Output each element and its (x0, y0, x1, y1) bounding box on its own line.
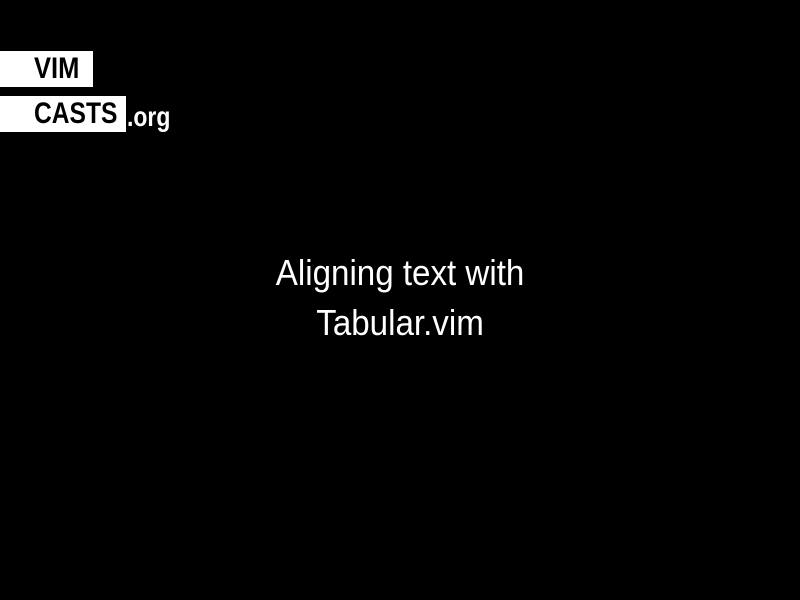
logo-vim-block: VIM (0, 51, 93, 87)
logo-vim-text: VIM (34, 52, 80, 85)
slide-title: Aligning text with Tabular.vim (0, 248, 800, 348)
slide-title-line-1-text: Aligning text with (275, 252, 525, 293)
logo-org-text: .org (127, 101, 171, 132)
logo-org-suffix: .org (127, 96, 180, 132)
vimcasts-logo: VIM CASTS .org (0, 0, 200, 140)
logo-casts-block: CASTS (0, 96, 126, 132)
slide-title-line-2: Tabular.vim (0, 298, 800, 348)
slide-title-line-2-text: Tabular.vim (316, 302, 484, 343)
slide-title-line-1: Aligning text with (0, 248, 800, 298)
logo-casts-text: CASTS (34, 97, 118, 130)
